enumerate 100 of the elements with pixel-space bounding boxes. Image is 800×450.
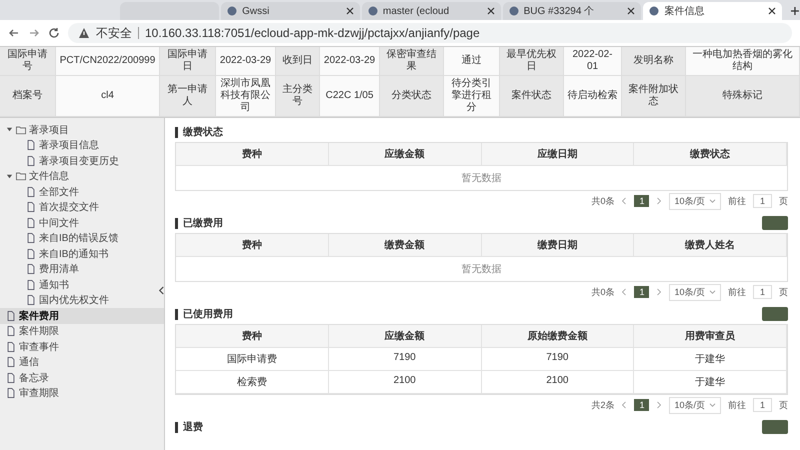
page-suffix: 页 (779, 286, 788, 298)
site-icon (508, 6, 519, 16)
tree-item[interactable]: 案件期限 (0, 324, 164, 339)
browser-tab[interactable]: master (ecloud (362, 2, 501, 20)
tree-item[interactable]: 审查期限 (0, 386, 164, 401)
column-header: 费种 (176, 234, 329, 257)
empty-message: 暂无数据 (462, 173, 502, 184)
field-label: 发明名称 (622, 47, 686, 76)
dropdown-icon[interactable] (708, 198, 716, 204)
table-cell: 7190 (328, 348, 482, 371)
table-cell: 7190 (482, 348, 634, 371)
back-icon[interactable] (8, 27, 20, 39)
warning-icon (78, 27, 90, 39)
goto-label: 前往 (728, 398, 746, 412)
tree-item[interactable]: 全部文件 (0, 184, 164, 200)
browser-tab[interactable]: BUG #33294 个 (502, 2, 642, 20)
goto-label: 前往 (728, 194, 746, 208)
document-icon (6, 342, 16, 352)
caret-icon[interactable] (6, 172, 13, 180)
close-icon[interactable] (486, 7, 495, 15)
section-title: 缴费状态 (175, 126, 223, 138)
tree-item[interactable]: 著录项目信息 (0, 138, 164, 153)
goto-label: 前往 (728, 286, 746, 298)
tree-item[interactable]: 备忘录 (0, 370, 164, 386)
page-size-select[interactable]: 10条/页 (669, 192, 721, 210)
field-label: 档案号 (0, 76, 56, 117)
document-icon (26, 248, 36, 259)
tree-item[interactable]: 通知书 (0, 277, 164, 292)
security-label: 不安全 (96, 24, 132, 42)
site-icon (649, 6, 660, 16)
table-cell: 2100 (328, 371, 482, 394)
next-icon[interactable] (656, 401, 662, 409)
forward-icon[interactable] (28, 27, 40, 39)
page-input[interactable]: 1 (752, 398, 772, 412)
next-icon[interactable] (656, 288, 662, 296)
field-value: 通过 (444, 47, 500, 76)
tree-item[interactable]: 著录项目 (0, 122, 164, 138)
close-icon[interactable] (346, 7, 354, 15)
previous-icon[interactable] (621, 288, 628, 296)
tree-item[interactable]: 来自IB的错误反馈 (0, 230, 164, 246)
column-header: 缴费金额 (328, 234, 482, 257)
tree-item[interactable]: 著录项目变更历史 (0, 153, 164, 168)
column-header: 用费审查员 (634, 325, 787, 348)
page-number[interactable]: 1 (634, 399, 650, 411)
document-icon (26, 233, 36, 244)
document-icon (6, 326, 16, 336)
column-header: 应缴金额 (328, 143, 482, 166)
close-icon[interactable] (627, 7, 636, 15)
field-value: 2022-03-29 (320, 47, 380, 76)
field-label: 国际申请号 (0, 47, 56, 76)
document-icon (26, 264, 36, 274)
table-cell: 于建华 (634, 348, 787, 371)
caret-icon[interactable] (6, 126, 13, 134)
page-size-select[interactable]: 10条/页 (669, 396, 721, 414)
document-icon (26, 140, 36, 150)
new-tab-icon[interactable] (790, 6, 800, 16)
section-title: 退费 (175, 422, 203, 432)
page-number[interactable]: 1 (634, 195, 650, 207)
document-icon (26, 202, 36, 212)
tree-item[interactable]: 案件费用 (0, 308, 164, 324)
page-suffix: 页 (779, 194, 788, 208)
previous-icon[interactable] (621, 401, 628, 409)
document-icon (26, 218, 36, 228)
tree-item[interactable]: 审查事件 (0, 339, 164, 354)
document-icon (6, 357, 16, 368)
page-number[interactable]: 1 (634, 286, 650, 298)
field-value: C22C 1/05 (320, 76, 380, 117)
close-icon[interactable] (768, 7, 776, 15)
dropdown-icon[interactable] (708, 402, 716, 408)
collapse-icon[interactable] (158, 286, 165, 295)
tree-item[interactable]: 文件信息 (0, 168, 164, 184)
next-icon[interactable] (656, 197, 662, 205)
total-count: 共0条 (591, 194, 614, 208)
tree-item[interactable]: 来自IB的通知书 (0, 246, 164, 262)
field-value: 2022-02-01 (564, 47, 622, 76)
tree-item[interactable]: 国内优先权文件 (0, 292, 164, 308)
reload-icon[interactable] (48, 27, 60, 39)
column-header: 费种 (176, 143, 329, 166)
tree-item[interactable]: 费用清单 (0, 262, 164, 277)
browser-tab[interactable]: 案件信息 (643, 2, 782, 20)
tree-item[interactable]: 首次提交文件 (0, 200, 164, 215)
tree-item[interactable]: 通信 (0, 354, 164, 370)
dropdown-icon[interactable] (708, 290, 716, 294)
total-count: 共2条 (591, 398, 614, 412)
page-input[interactable]: 1 (752, 194, 772, 208)
field-label: 案件状态 (500, 76, 564, 117)
table-cell: 国际申请费 (176, 348, 329, 371)
page-size-select[interactable]: 10条/页 (669, 284, 721, 300)
empty-message: 暂无数据 (462, 264, 502, 275)
field-label: 最早优先权日 (500, 47, 564, 76)
field-value: 待启动检索 (564, 76, 622, 117)
page-input[interactable]: 1 (752, 285, 772, 299)
tree-item[interactable]: 中间文件 (0, 215, 164, 230)
url-text: 10.160.33.118:7051/ecloud-app-mk-dzwjj/pctajxx/anjianfy/page (145, 26, 480, 40)
address-bar[interactable]: 不安全 10.160.33.118:7051/ecloud-app-mk-dzwjj/pctajxx/anjianfy/page (68, 23, 792, 43)
field-label: 分类状态 (380, 76, 444, 117)
document-icon (26, 156, 36, 166)
previous-icon[interactable] (621, 197, 628, 205)
total-count: 共0条 (591, 286, 614, 298)
browser-tab[interactable]: Gwssi (221, 2, 360, 20)
